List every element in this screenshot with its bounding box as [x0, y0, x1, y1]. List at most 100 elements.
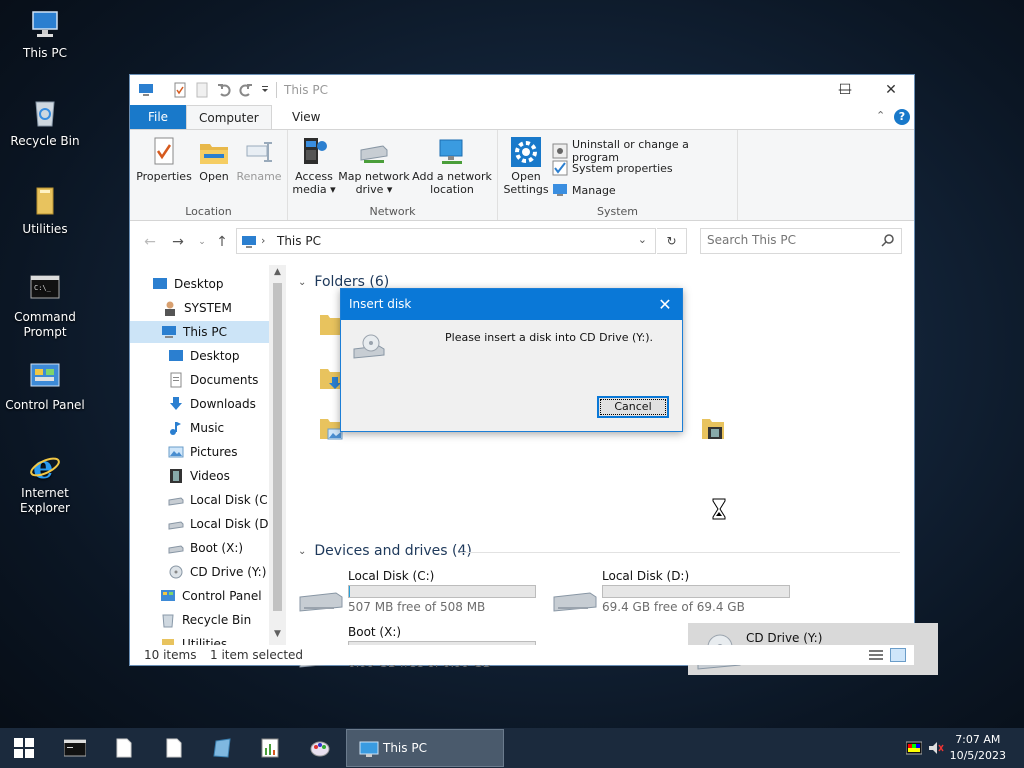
desktop-icon-utilities[interactable]: Utilities	[0, 184, 90, 237]
nav-item-desktop[interactable]: Desktop	[130, 273, 269, 295]
nav-item-local-disk-d[interactable]: Local Disk (D:)	[130, 513, 277, 535]
details-view-icon[interactable]	[868, 648, 884, 662]
devices-section-header[interactable]: ⌄ Devices and drives (4)	[298, 543, 472, 559]
chevron-down-icon[interactable]: ⌄	[638, 233, 647, 246]
scrollbar-thumb[interactable]	[273, 283, 282, 611]
videos-folder-icon[interactable]	[700, 415, 726, 441]
nav-item-downloads[interactable]: Downloads	[130, 393, 269, 415]
nav-item-boot-x[interactable]: Boot (X:)	[130, 537, 269, 559]
folder-icon	[28, 184, 62, 218]
access-media-button[interactable]: Access media ▾	[292, 136, 336, 196]
minimize-ribbon-icon[interactable]: ⌃	[876, 109, 885, 122]
access-media-icon	[298, 136, 330, 168]
rename-button[interactable]: Rename	[234, 136, 284, 183]
nav-item-label: Music	[190, 421, 225, 435]
properties-button[interactable]: Properties	[136, 136, 192, 183]
desktop-icon-recycle-bin[interactable]: Recycle Bin	[0, 96, 90, 149]
chevron-down-icon[interactable]: ⌄	[298, 277, 306, 288]
taskbar-command-prompt[interactable]	[50, 728, 98, 768]
address-bar[interactable]: › This PC ⌄	[236, 228, 656, 254]
nav-item-control-panel[interactable]: Control Panel	[130, 585, 269, 607]
navigation-bar: ← → ⌄ ↑ › This PC ⌄ ↻	[130, 222, 914, 260]
folder-icon	[160, 636, 176, 645]
drive-tile-d[interactable]: Local Disk (D:) 69.4 GB free of 69.4 GB	[544, 569, 794, 621]
separator	[276, 82, 277, 98]
start-button[interactable]	[0, 728, 48, 768]
taskbar-this-pc[interactable]: This PC	[346, 729, 504, 767]
recycle-bin-icon	[28, 96, 62, 130]
taskbar-app-chart[interactable]	[246, 728, 294, 768]
tab-computer[interactable]: Computer	[186, 105, 272, 130]
download-arrow-icon	[168, 396, 184, 412]
drive-tile-c[interactable]: Local Disk (C:) 507 MB free of 508 MB	[290, 569, 540, 621]
large-icons-view-icon[interactable]	[890, 648, 906, 662]
drive-name: CD Drive (Y:)	[746, 631, 823, 645]
desktop-icon-command-prompt[interactable]: C:\_ Command Prompt	[0, 272, 90, 340]
recent-locations-button[interactable]: ⌄	[192, 232, 212, 252]
taskbar-app-blue[interactable]	[198, 728, 246, 768]
user-icon	[162, 300, 178, 316]
search-box[interactable]	[700, 228, 902, 254]
back-button[interactable]: ←	[140, 232, 160, 252]
taskbar-app-paint[interactable]	[296, 728, 344, 768]
new-folder-icon[interactable]	[194, 82, 210, 98]
help-icon[interactable]: ?	[894, 109, 910, 125]
cancel-button[interactable]: Cancel	[597, 396, 669, 418]
customize-quick-access-icon[interactable]	[260, 82, 270, 98]
volume-muted-icon[interactable]	[928, 740, 944, 756]
uninstall-icon	[552, 143, 568, 159]
tab-file[interactable]: File	[130, 105, 186, 129]
search-input[interactable]	[707, 233, 867, 247]
desktop-icon-internet-explorer[interactable]: e Internet Explorer	[0, 448, 90, 516]
taskbar-notepad-1[interactable]	[100, 728, 148, 768]
undo-icon[interactable]	[216, 82, 232, 98]
ribbon-group-network: Access media ▾ Map network drive ▾ Add a…	[288, 130, 498, 220]
desktop-icon-this-pc[interactable]: This PC	[0, 8, 90, 61]
navigation-pane-scrollbar[interactable]: ▲ ▼	[269, 265, 286, 645]
nav-item-utilities[interactable]: Utilities	[130, 633, 269, 645]
rename-icon	[243, 136, 275, 168]
open-button[interactable]: Open	[194, 136, 234, 183]
drive-name: Local Disk (D:)	[602, 569, 690, 583]
chevron-down-icon[interactable]: ⌄	[298, 546, 306, 557]
refresh-button[interactable]: ↻	[657, 228, 687, 254]
nav-item-music[interactable]: Music	[130, 417, 269, 439]
nav-item-local-disk-c[interactable]: Local Disk (C:)	[130, 489, 276, 511]
search-icon[interactable]	[881, 233, 895, 247]
nav-item-videos[interactable]: Videos	[130, 465, 269, 487]
taskbar-notepad-2[interactable]	[150, 728, 198, 768]
restore-button[interactable]: ☐	[822, 75, 868, 105]
open-settings-button[interactable]: Open Settings	[502, 136, 550, 196]
nav-item-recycle-bin[interactable]: Recycle Bin	[130, 609, 269, 631]
add-network-location-button[interactable]: Add a network location	[412, 136, 492, 196]
breadcrumb-chevron-icon[interactable]: ›	[261, 234, 265, 247]
nav-item-desktop-folder[interactable]: Desktop	[130, 345, 269, 367]
map-network-drive-button[interactable]: Map network drive ▾	[338, 136, 410, 196]
up-button[interactable]: ↑	[212, 232, 232, 252]
control-panel-icon	[28, 360, 62, 394]
redo-icon[interactable]	[238, 82, 254, 98]
computer-icon	[28, 8, 62, 42]
close-icon[interactable]: ✕	[648, 289, 682, 320]
manage-button[interactable]: Manage	[552, 182, 616, 198]
scroll-down-arrow-icon[interactable]: ▼	[269, 629, 286, 639]
color-display-icon[interactable]	[905, 740, 923, 756]
properties-icon	[148, 136, 180, 168]
scroll-up-arrow-icon[interactable]: ▲	[269, 267, 286, 277]
close-button[interactable]: ✕	[868, 75, 914, 105]
nav-item-this-pc[interactable]: This PC	[130, 321, 269, 343]
open-folder-icon	[198, 136, 230, 168]
forward-button[interactable]: →	[168, 232, 188, 252]
tab-view[interactable]: View	[280, 105, 332, 129]
ribbon-group-label: System	[596, 205, 639, 218]
nav-item-documents[interactable]: Documents	[130, 369, 269, 391]
desktop-icon-control-panel[interactable]: Control Panel	[0, 360, 90, 413]
nav-item-pictures[interactable]: Pictures	[130, 441, 269, 463]
nav-item-cd-drive-y[interactable]: CD Drive (Y:)	[130, 561, 269, 583]
computer-icon[interactable]	[138, 82, 154, 98]
properties-icon[interactable]	[172, 82, 188, 98]
nav-item-system[interactable]: SYSTEM	[130, 297, 269, 319]
system-properties-button[interactable]: System properties	[552, 160, 673, 176]
system-clock[interactable]: 7:07 AM 10/5/2023	[950, 732, 1006, 764]
drive-name: Boot (X:)	[348, 625, 402, 639]
